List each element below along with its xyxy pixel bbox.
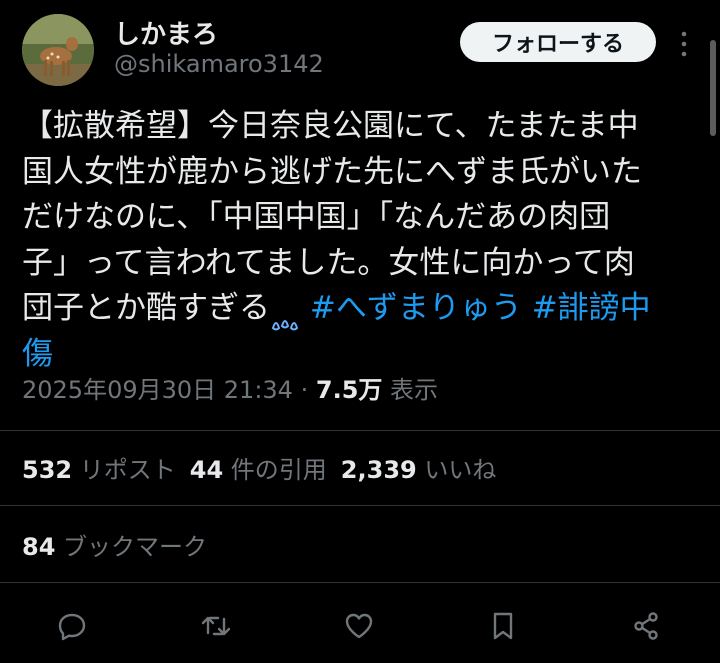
timestamp[interactable]: 2025年09月30日 21:34 <box>22 376 293 404</box>
tweet-line: 国人女性が鹿から逃げた先にへずま氏がいた <box>22 153 642 190</box>
meta-separator: · <box>300 376 309 404</box>
tweet-meta: 2025年09月30日 21:34 · 7.5万 表示 <box>22 370 438 405</box>
hashtag-link[interactable]: #へずまりゅう <box>310 290 522 326</box>
more-vertical-icon[interactable] <box>677 30 691 58</box>
tweet-line: だけなのに、「中国中国」「なんだあの肉団 <box>22 199 611 235</box>
reposts-count: 532 <box>22 456 73 484</box>
quotes-stat[interactable]: 44 件の引用 <box>190 456 327 484</box>
bookmark-button[interactable] <box>483 606 523 646</box>
tweet-text: 【拡散希望】今日奈良公園にて、たまたま中 国人女性が鹿から逃げた先にへずま氏がい… <box>22 104 702 377</box>
tweet-line: 子」って言われてました。女性に向かって肉 <box>22 244 635 281</box>
bookmarks-label: ブックマーク <box>63 533 208 561</box>
follow-button[interactable]: フォローする <box>460 22 656 62</box>
reply-button[interactable] <box>52 606 92 646</box>
likes-label: いいね <box>424 456 497 484</box>
divider <box>0 505 720 506</box>
share-icon <box>634 612 658 640</box>
like-button[interactable] <box>339 606 379 646</box>
reposts-stat[interactable]: 532 リポスト <box>22 456 176 484</box>
views-count: 7.5万 <box>315 376 383 404</box>
divider <box>0 582 720 583</box>
repost-button[interactable] <box>196 606 236 646</box>
quotes-label: 件の引用 <box>230 456 327 484</box>
reposts-label: リポスト <box>79 456 176 484</box>
quotes-count: 44 <box>189 456 224 484</box>
tweet-line: 【拡散希望】今日奈良公園にて、たまたま中 <box>22 108 639 144</box>
scrollbar[interactable] <box>710 40 716 136</box>
bookmark-icon <box>493 612 513 640</box>
repost-icon <box>201 616 231 636</box>
tweet-line: 団子とか酷すぎる #へずまりゅう #誹謗中 <box>22 286 702 332</box>
hashtag-link[interactable]: 傷 <box>22 336 53 372</box>
share-button[interactable] <box>626 606 666 646</box>
bookmarks-count: 84 <box>22 533 56 561</box>
bookmarks-stat[interactable]: 84 ブックマーク <box>22 527 207 562</box>
like-icon <box>345 613 373 639</box>
user-handle[interactable]: @shikamaro3142 <box>114 50 324 78</box>
likes-stat[interactable]: 2,339 いいね <box>341 456 497 484</box>
display-name[interactable]: しかまろ <box>114 14 218 51</box>
avatar[interactable] <box>22 14 94 86</box>
action-bar <box>0 606 720 646</box>
likes-count: 2,339 <box>340 456 417 484</box>
tweet-line-text: 団子とか酷すぎる <box>22 290 270 326</box>
reply-icon <box>58 613 86 641</box>
engagement-stats: 532 リポスト 44 件の引用 2,339 いいね <box>22 450 496 485</box>
sweat-drops-icon <box>270 300 300 330</box>
hashtag-link[interactable]: #誹謗中 <box>532 290 651 326</box>
divider <box>0 430 720 431</box>
views-label: 表示 <box>390 376 439 404</box>
